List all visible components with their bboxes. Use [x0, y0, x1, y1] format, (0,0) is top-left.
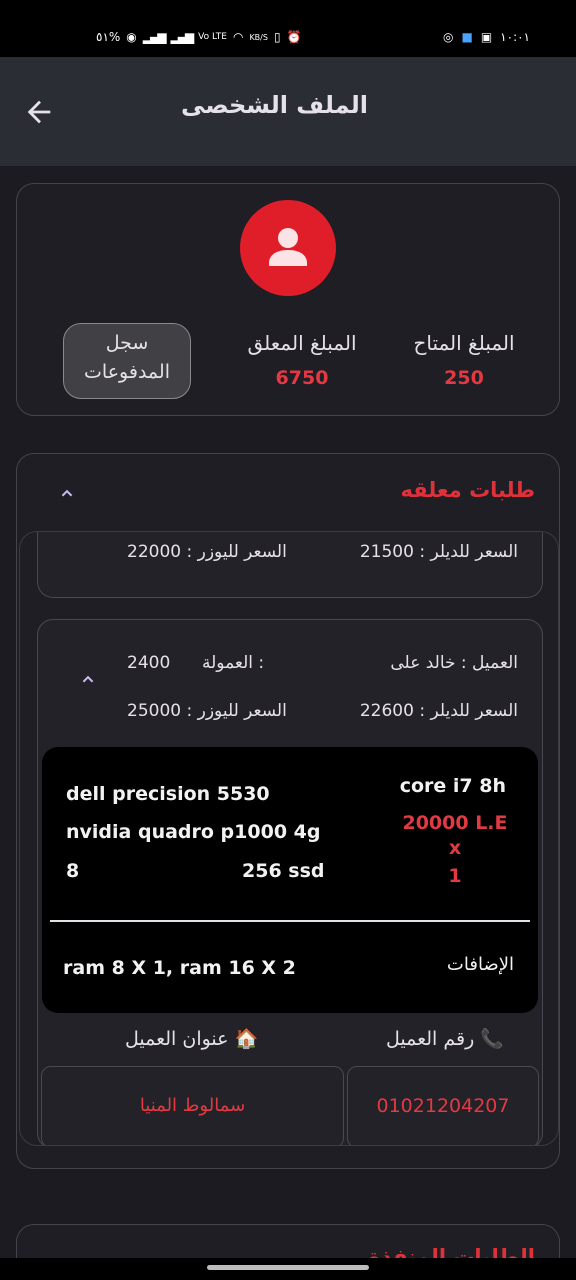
status-bar: ٥١% ◉ ▂▄▆ ▂▄▆ Vo LTE ◠ KB/S ▯ ⏰ ◎ ■ ▣ ١٠… [0, 0, 576, 57]
device-gpu: nvidia quadro p1000 4g [66, 821, 321, 843]
wifi-icon: ◠ [232, 30, 244, 44]
app-icon-1: ◎ [443, 30, 454, 44]
status-icons-right: ◎ ■ ▣ ١٠:٠١ [443, 30, 530, 44]
person-icon [269, 228, 307, 266]
additions-label: الإضافات [446, 954, 514, 975]
device-model: dell precision 5530 [66, 783, 270, 805]
customer-phone-box[interactable]: 01021204207 [347, 1066, 539, 1145]
address-label: عنوان العميل [125, 1028, 229, 1050]
order-item-expanded[interactable]: العميل : خالد على العمولة : 2400 السعر ل… [37, 619, 543, 1145]
phone-label: رقم العميل [385, 1028, 475, 1050]
home-gesture-handle[interactable] [207, 1265, 369, 1270]
signal-icon: ▂▄▆ [142, 30, 167, 44]
page-title: الملف الشخصى [181, 91, 368, 119]
signal-2-icon: ▂▄▆ [170, 30, 194, 44]
additions-value: ram 8 X 1, ram 16 X 2 [63, 957, 296, 979]
chevron-up-icon [82, 675, 94, 683]
dealer-price: السعر للديلر : 22600 [359, 701, 518, 721]
customer-address: سمالوط المنيا [139, 1095, 246, 1116]
customer-address-box[interactable]: سمالوط المنيا [41, 1066, 344, 1145]
item-quantity: 1 [448, 865, 462, 887]
profile-card: المبلغ المتاح 250 المبلغ المعلق 6750 سجل… [16, 183, 560, 416]
chevron-up-icon [61, 489, 73, 497]
device-cpu: core i7 8h [399, 775, 506, 797]
available-amount-label: المبلغ المتاح [413, 331, 515, 355]
app-icon-2: ▣ [480, 30, 493, 44]
shield-icon: ■ [461, 30, 473, 44]
clock-time: ١٠:٠١ [500, 30, 530, 44]
pending-orders-title: طلبات معلقه [400, 478, 535, 502]
navigation-bar [0, 1258, 576, 1280]
commission-label: العمولة : [202, 653, 265, 673]
device-ram: 8 [66, 860, 80, 882]
volte-label: Vo LTE [198, 32, 227, 42]
divider [50, 920, 530, 922]
dealer-price: السعر للديلر : 21500 [359, 542, 518, 562]
status-icons-left: ٥١% ◉ ▂▄▆ ▂▄▆ Vo LTE ◠ KB/S ▯ ⏰ [96, 30, 302, 44]
order-item[interactable]: السعر للديلر : 21500 السعر لليوزر : 2200… [37, 532, 543, 598]
collapse-button[interactable] [56, 482, 78, 504]
alarm-icon: ⏰ [286, 30, 302, 44]
orders-list[interactable]: السعر للديلر : 21500 السعر لليوزر : 2200… [19, 531, 559, 1146]
pending-amount-value: 6750 [275, 367, 329, 389]
vibrate-icon: ▯ [273, 30, 281, 44]
user-price: السعر لليوزر : 22000 [127, 542, 287, 562]
arrow-left-icon [27, 100, 51, 124]
payments-button-line2: المدفوعات [84, 361, 170, 383]
address-label-row: عنوان العميل 🏠 [125, 1027, 258, 1050]
battery-percent: ٥١% [96, 30, 121, 44]
back-button[interactable] [22, 95, 56, 129]
battery-icon: ◉ [126, 30, 137, 44]
order-collapse-button[interactable] [77, 668, 99, 690]
house-icon: 🏠 [234, 1028, 259, 1050]
avatar [240, 200, 336, 296]
pending-orders-card: طلبات معلقه السعر للديلر : 21500 السعر ل… [16, 453, 560, 1169]
speed-label: KB/S [249, 32, 268, 42]
available-amount-value: 250 [444, 367, 484, 389]
commission-value: 2400 [127, 653, 171, 673]
payments-button-line1: سجل [105, 332, 149, 354]
quantity-x: x [448, 837, 462, 859]
phone-icon: 📞 [480, 1028, 504, 1050]
payments-history-button[interactable]: سجل المدفوعات [63, 323, 191, 399]
app-bar: الملف الشخصى [0, 57, 576, 166]
device-storage: 256 ssd [242, 860, 325, 882]
order-details: dell precision 5530 nvidia quadro p1000 … [42, 747, 538, 1013]
item-price: 20000 L.E [402, 812, 508, 834]
customer-phone[interactable]: 01021204207 [348, 1095, 538, 1117]
pending-amount-label: المبلغ المعلق [247, 331, 357, 355]
customer-name: العميل : خالد على [390, 653, 518, 673]
phone-label-row: رقم العميل 📞 [386, 1027, 504, 1050]
user-price: السعر لليوزر : 25000 [127, 701, 287, 721]
